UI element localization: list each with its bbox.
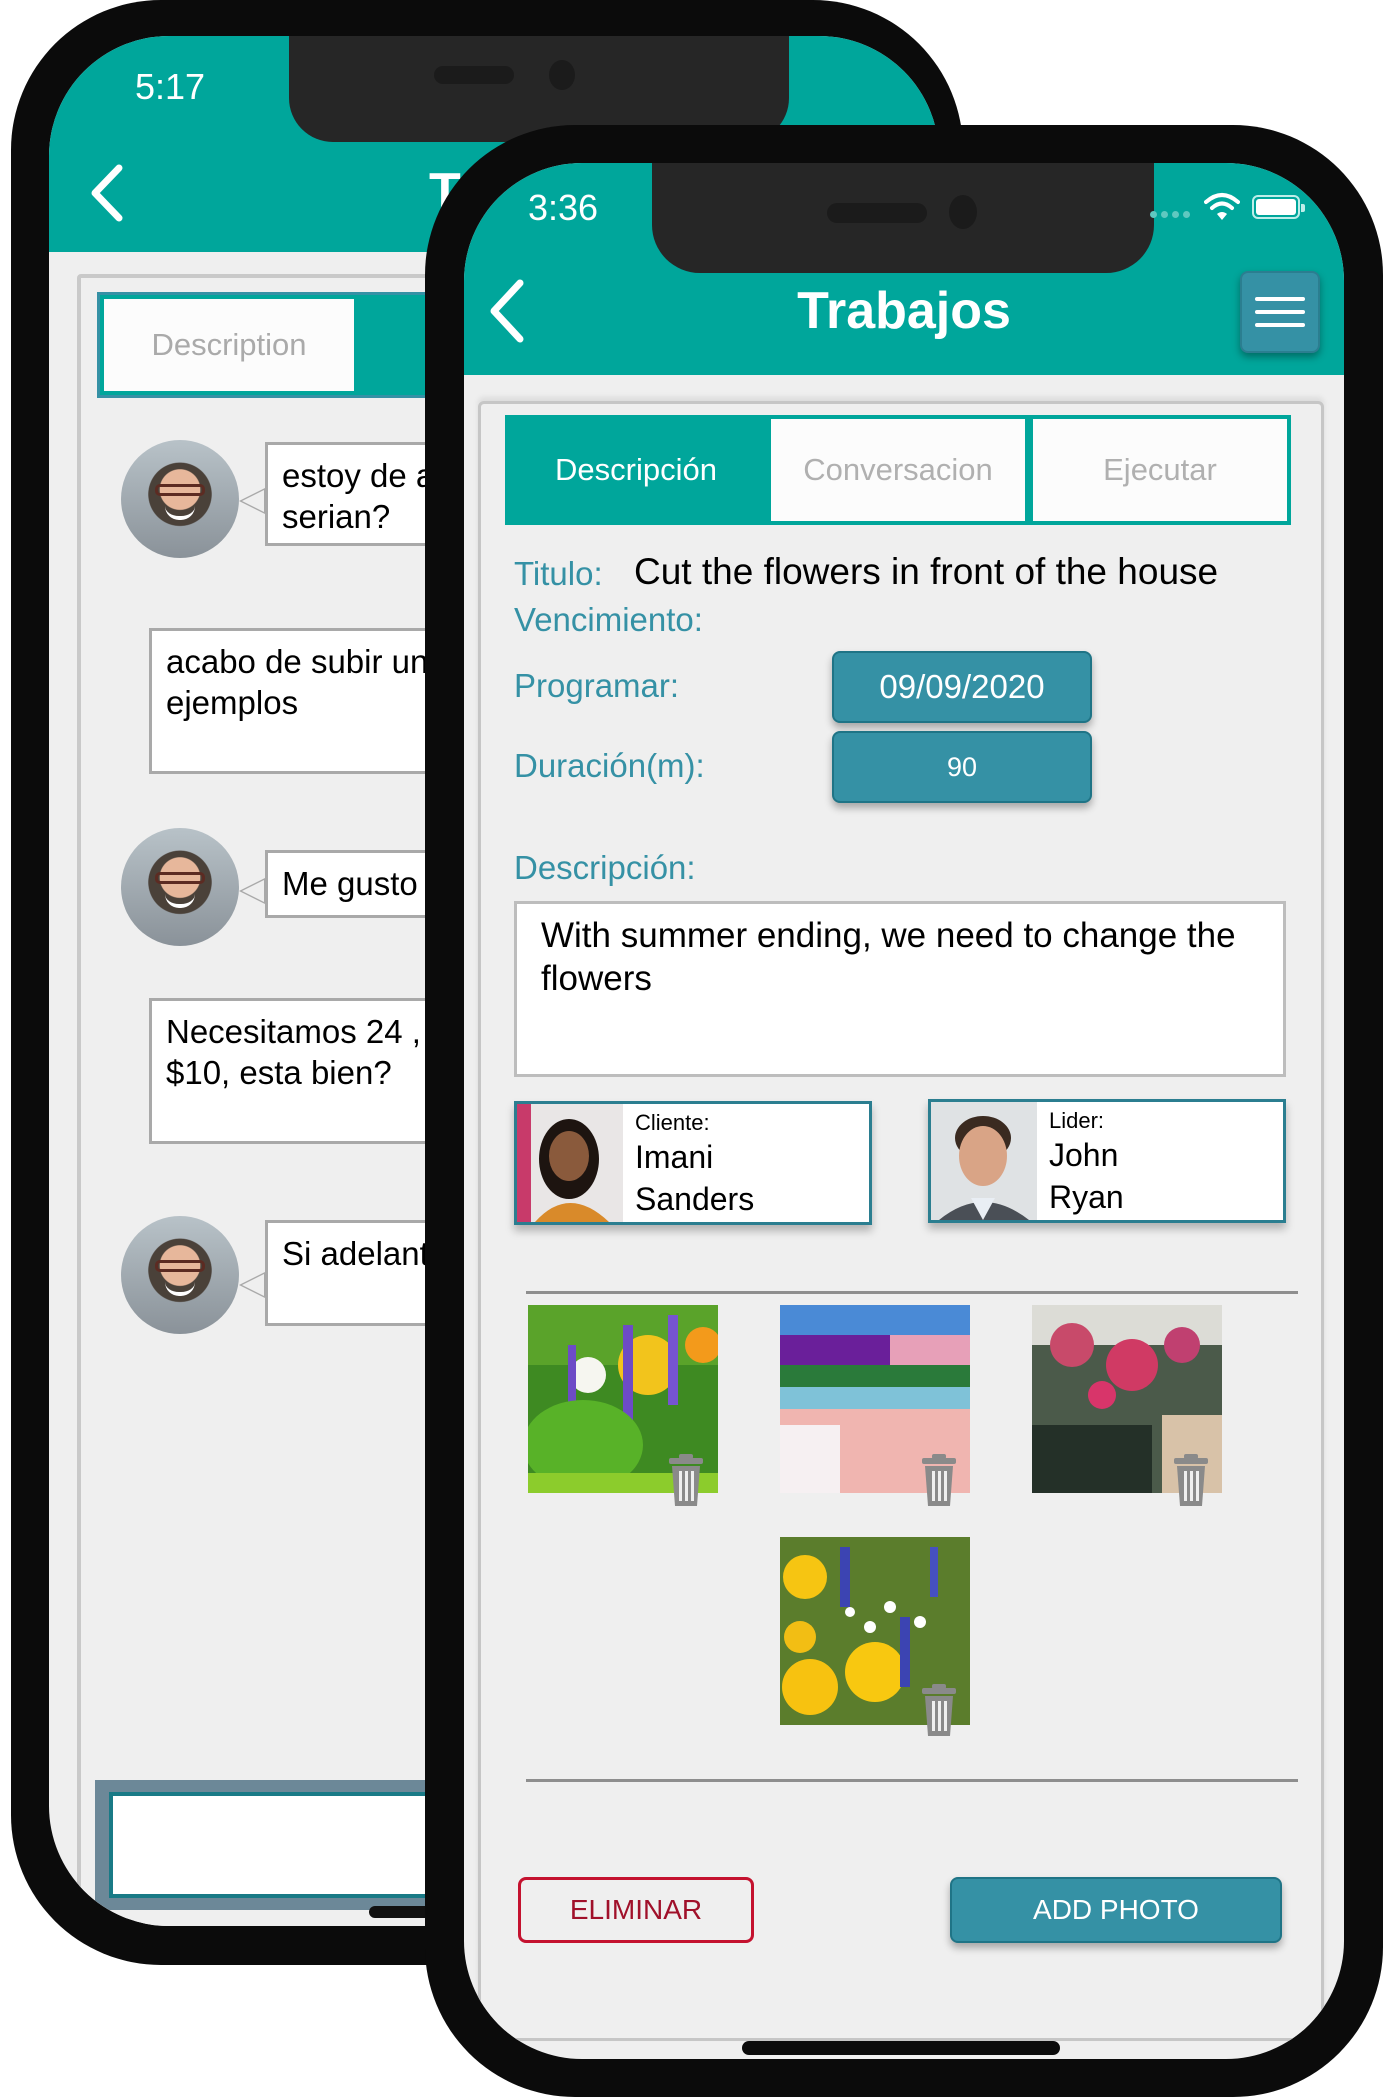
front-phone-frame: 3:36 Trabajos Descripción Conversacion E… xyxy=(425,125,1383,2097)
tab-bar: Descripción Conversacion Ejecutar xyxy=(505,415,1291,525)
lider-role: Lider: xyxy=(1049,1108,1105,1133)
tab-conversacion[interactable]: Conversacion xyxy=(767,415,1029,525)
bubble-pointer xyxy=(239,1272,265,1298)
hamburger-menu-icon[interactable] xyxy=(1240,271,1320,353)
tab-ejecutar[interactable]: Ejecutar xyxy=(1029,415,1291,525)
programar-label: Programar: xyxy=(514,667,680,704)
add-photo-button[interactable]: ADD PHOTO xyxy=(950,1877,1282,1943)
bubble-pointer xyxy=(239,488,265,514)
duracion-label: Duración(m): xyxy=(514,747,705,784)
lider-avatar xyxy=(931,1102,1037,1220)
trash-icon[interactable] xyxy=(920,1453,958,1507)
lider-name: John Ryan xyxy=(1049,1137,1124,1215)
chevron-left-icon[interactable] xyxy=(79,158,139,228)
front-phone-screen: 3:36 Trabajos Descripción Conversacion E… xyxy=(464,163,1344,2059)
status-time: 3:36 xyxy=(528,187,599,228)
trash-icon[interactable] xyxy=(667,1453,705,1507)
tab-descripcion[interactable]: Descripción xyxy=(505,415,767,525)
divider xyxy=(526,1779,1298,1782)
status-time: 5:17 xyxy=(135,66,206,107)
programar-date-button[interactable]: 09/09/2020 xyxy=(832,651,1092,723)
avatar xyxy=(121,828,239,946)
titulo-label: Titulo: xyxy=(514,555,603,592)
eliminar-button[interactable]: ELIMINAR xyxy=(518,1877,754,1943)
vencimiento-label: Vencimiento: xyxy=(514,601,703,638)
descripcion-textarea[interactable]: With summer ending, we need to change th… xyxy=(514,901,1286,1077)
trash-icon[interactable] xyxy=(920,1683,958,1737)
cliente-avatar xyxy=(517,1104,623,1222)
cliente-name: Imani Sanders xyxy=(635,1139,755,1217)
home-indicator xyxy=(742,2041,1060,2055)
page-title: Trabajos xyxy=(797,282,1011,340)
descripcion-label: Descripción: xyxy=(514,849,696,886)
divider xyxy=(526,1291,1298,1294)
duracion-button[interactable]: 90 xyxy=(832,731,1092,803)
tab-description[interactable]: Description xyxy=(104,299,354,391)
battery-icon xyxy=(1252,195,1305,219)
signal-dots-icon xyxy=(1150,211,1190,218)
lider-card[interactable]: Lider: John Ryan xyxy=(928,1099,1286,1223)
avatar xyxy=(121,440,239,558)
avatar xyxy=(121,1216,239,1334)
bubble-pointer xyxy=(239,878,265,904)
titulo-value: Cut the flowers in front of the house xyxy=(634,551,1219,592)
cliente-role: Cliente: xyxy=(635,1110,710,1135)
wifi-icon xyxy=(1204,193,1240,220)
phone-notch xyxy=(652,163,1154,273)
cliente-card[interactable]: Cliente: Imani Sanders xyxy=(514,1101,872,1225)
trash-icon[interactable] xyxy=(1172,1453,1210,1507)
